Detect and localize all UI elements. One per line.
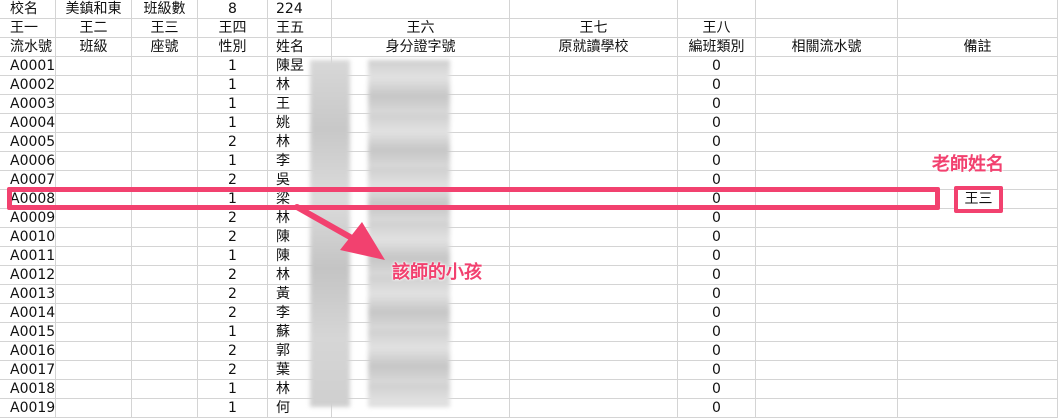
arrow-icon — [294, 204, 385, 260]
